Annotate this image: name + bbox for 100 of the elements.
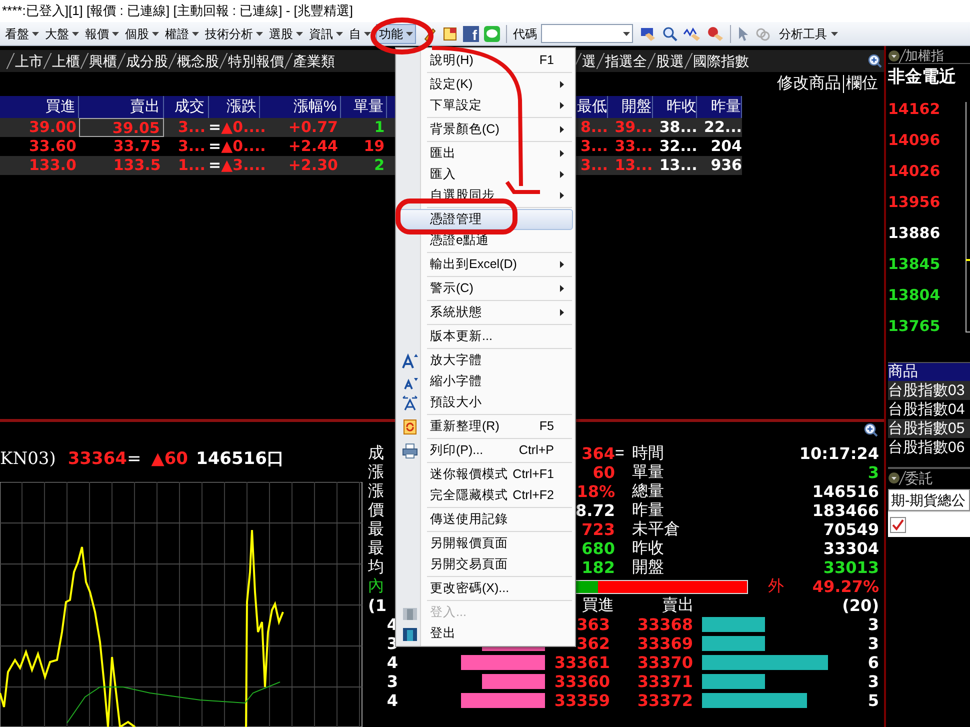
contract-name: KN03): [0, 448, 56, 472]
toolbar-menu[interactable]: 個股: [122, 24, 162, 44]
menu-item[interactable]: 另開交易頁面: [398, 554, 573, 575]
axis-label: 14162: [888, 99, 942, 120]
door-icon: [402, 626, 418, 642]
toolbar-menu[interactable]: 權證: [162, 24, 202, 44]
code-combobox[interactable]: [541, 24, 633, 43]
menu-item[interactable]: 預設大小: [398, 392, 573, 413]
code-label: 代碼: [513, 26, 537, 42]
menu-item[interactable]: 匯入: [398, 164, 573, 185]
document-icon[interactable]: [442, 26, 458, 42]
toolbar-menu[interactable]: 自: [346, 24, 374, 44]
toolbar-menu[interactable]: 大盤: [42, 24, 82, 44]
menu-item[interactable]: 放大字體: [398, 350, 573, 371]
toolbar-menu[interactable]: 看盤: [2, 24, 42, 44]
menu-item[interactable]: 警示(C): [398, 278, 573, 299]
glasses-icon[interactable]: [639, 26, 657, 42]
menu-item[interactable]: 更改密碼(X)...: [398, 578, 573, 599]
shortcut-label: Ctrl+F1: [512, 466, 554, 484]
table-cell: 39.05: [79, 118, 164, 137]
dropdown-icon[interactable]: [888, 50, 900, 62]
quote-tab[interactable]: 選: [580, 50, 598, 72]
menu-item[interactable]: 匯出: [398, 143, 573, 164]
contract-price: 33364: [68, 448, 127, 472]
stat-value: 33013: [822, 556, 880, 578]
stat-value: 3: [866, 462, 880, 484]
toolbar-menu[interactable]: 報價: [82, 24, 122, 44]
menu-item[interactable]: 列印(P)... Ctrl+P: [398, 440, 573, 461]
ask-quantity: 3: [866, 614, 880, 636]
menu-item[interactable]: 下單設定: [398, 95, 573, 116]
product-row[interactable]: 台股指數03: [888, 381, 970, 400]
table-cell-text: 33.60: [28, 137, 78, 156]
table-cell-text: 13...: [614, 155, 653, 176]
table-cell-text: 22...: [703, 117, 742, 138]
annotation-circle: [370, 18, 434, 54]
tick-sign: =: [208, 137, 222, 156]
bid-quantity: 4: [386, 690, 398, 712]
quote-tab[interactable]: 股選: [654, 50, 686, 72]
pen-icon[interactable]: [422, 26, 438, 42]
table-cell: 2: [374, 156, 385, 174]
stat-label: 均: [368, 558, 385, 578]
products-header: 商品: [888, 363, 970, 381]
menu-item[interactable]: 完全隱藏模式 Ctrl+F2: [398, 485, 573, 506]
quote-tab[interactable]: 國際指數: [691, 50, 751, 72]
menu-item[interactable]: 另開報價頁面: [398, 533, 573, 554]
menu-item[interactable]: 縮小字體: [398, 371, 573, 392]
menu-item[interactable]: 迷你報價模式 Ctrl+F1: [398, 464, 573, 485]
menu-item[interactable]: 版本更新...: [398, 326, 573, 347]
search-icon[interactable]: [662, 26, 678, 42]
analysis-tools-menu[interactable]: 分析工具: [775, 24, 842, 44]
quote-tab[interactable]: 產業類: [291, 50, 337, 72]
quote-tab[interactable]: 特別報價: [226, 50, 286, 72]
ask-quantity: 5: [866, 690, 880, 712]
caret-icon: [831, 32, 838, 36]
account-field[interactable]: 期-期貨總公: [888, 489, 970, 511]
stat-label: 成: [368, 444, 385, 464]
orders-tab[interactable]: 委託: [905, 468, 933, 488]
stat-label: 昨收: [632, 538, 665, 558]
menu-item[interactable]: 登出: [398, 623, 573, 644]
quote-action-link[interactable]: 欄位: [846, 72, 878, 96]
menu-item[interactable]: 傳送使用記錄: [398, 509, 573, 530]
shortcut-label: F5: [539, 418, 554, 436]
f-logo-icon[interactable]: f: [463, 26, 479, 42]
bid-count: (1: [368, 594, 386, 616]
axis-label: 13956: [888, 192, 942, 214]
ask-quantity: 6: [866, 652, 880, 674]
quote-tab[interactable]: 成分股: [124, 50, 170, 72]
menu-item[interactable]: 重新整理(R) F5: [398, 416, 573, 437]
quote-tab[interactable]: 上櫃: [50, 50, 82, 72]
quote-tab[interactable]: 指選全: [603, 50, 649, 72]
caret-icon: [296, 32, 303, 36]
toolbar-menu[interactable]: 資訊: [306, 24, 346, 44]
toolbar-menu[interactable]: 選股: [266, 24, 306, 44]
zoom-in-icon[interactable]: [864, 423, 878, 437]
checkbox[interactable]: [890, 516, 906, 532]
index-tab[interactable]: 加權指: [905, 46, 944, 66]
table-cell-text: 133.5: [112, 156, 162, 175]
stat-value: 146516: [811, 480, 880, 502]
menu-item[interactable]: 系統狀態: [398, 302, 573, 323]
menu-item[interactable]: 設定(K): [398, 74, 573, 95]
product-row[interactable]: 台股指數05: [888, 419, 970, 438]
toolbar-menu[interactable]: 功能: [376, 24, 416, 44]
quote-action-link[interactable]: 修改商品: [777, 72, 841, 96]
zoom-in-icon[interactable]: [868, 54, 882, 68]
quote-tab[interactable]: 概念股: [175, 50, 221, 72]
quote-tab[interactable]: 興櫃: [87, 50, 119, 72]
menu-item[interactable]: 憑證管理: [398, 209, 573, 230]
dropdown-icon[interactable]: [888, 472, 900, 484]
quote-tab[interactable]: 上市: [13, 50, 45, 72]
badge-hand-icon[interactable]: [706, 26, 724, 42]
caret-icon: [406, 32, 413, 36]
axis-label: 13765: [888, 316, 942, 338]
menu-item[interactable]: 輸出到Excel(D): [398, 254, 573, 275]
table-cell-text: 13...: [658, 155, 698, 176]
menu-item[interactable]: 背景顏色(C): [398, 119, 573, 140]
wave-hand-icon[interactable]: [683, 26, 701, 42]
menu-item[interactable]: 說明(H) F1: [398, 50, 573, 71]
cursor-icon[interactable]: [737, 26, 749, 42]
toolbar-menu[interactable]: 技術分析: [202, 24, 266, 44]
chat-bubble-icon[interactable]: [484, 26, 500, 42]
